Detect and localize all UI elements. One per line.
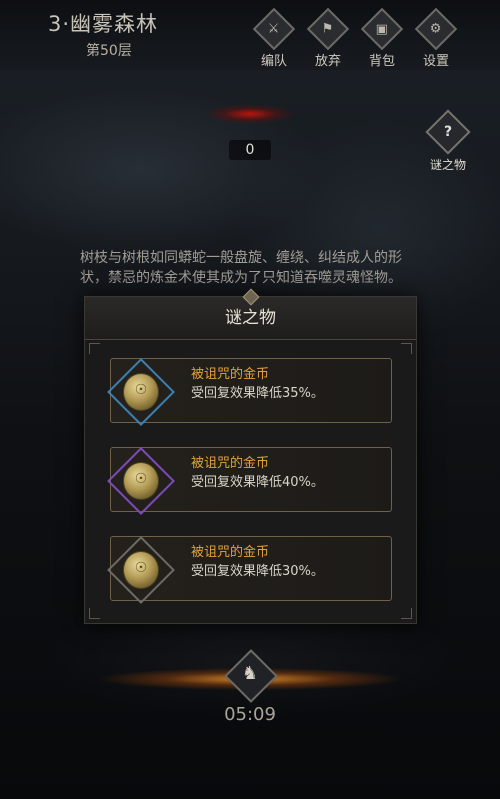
corner-ornament [89,608,100,619]
floor-label: 第50层 [86,43,132,59]
corner-ornament [89,343,100,354]
abandon-icon: ⚑ [306,7,350,51]
stage-title: 3·幽雾森林 [48,12,159,36]
backpack-button[interactable]: ▣ 背包 [360,7,404,69]
dialog-header: 谜之物 [85,288,416,340]
mystery-item[interactable]: ☉ 被诅咒的金币 受回复效果降低35%。 [107,358,392,426]
abandon-button[interactable]: ⚑ 放弃 [306,7,350,69]
item-name: 被诅咒的金币 [191,456,270,471]
settings-label: 设置 [422,54,449,69]
item-name: 被诅咒的金币 [191,545,270,560]
cursed-coin-icon: ☉ [123,373,159,411]
question-mark-icon: ? [425,109,471,155]
cursed-coin-icon: ☉ [123,551,159,589]
mystery-item[interactable]: ☉ 被诅咒的金币 受回复效果降低40%。 [107,447,392,515]
cursed-coin-icon: ☉ [123,462,159,500]
countdown-timer: 05:09 [224,704,276,725]
enemy-glow [205,104,295,124]
dialog-title: 谜之物 [225,308,276,328]
corner-ornament [401,343,412,354]
item-description: 受回复效果降低30%。 [191,564,324,579]
formation-label: 编队 [260,54,287,69]
item-name: 被诅咒的金币 [191,367,270,382]
horse-emblem-icon: ♞ [241,663,259,684]
backpack-icon: ▣ [360,7,404,51]
settings-button[interactable]: ⚙ 设置 [414,7,458,69]
player-emblem[interactable]: ♞ [224,649,278,703]
item-description: 受回复效果降低40%。 [191,475,324,490]
mystery-items-button[interactable]: ? 谜之物 [422,109,474,173]
counter: 0 [229,140,271,160]
item-description: 受回复效果降低35%。 [191,386,324,401]
corner-ornament [401,608,412,619]
backpack-label: 背包 [368,54,395,69]
formation-icon: ⚔ [252,7,296,51]
mystery-item[interactable]: ☉ 被诅咒的金币 受回复效果降低30%。 [107,536,392,604]
settings-icon: ⚙ [414,7,458,51]
story-text: 树枝与树根如同蟒蛇一般盘旋、缠绕、纠结成人的形状，禁忌的炼金术使其成为了只知道吞… [80,250,402,286]
abandon-label: 放弃 [314,54,341,69]
mystery-items-dialog: 谜之物 ☉ 被诅咒的金币 受回复效果降低35%。 ☉ 被诅咒的金币 受回复效果降… [84,288,417,624]
mystery-items-label: 谜之物 [429,158,466,172]
formation-button[interactable]: ⚔ 编队 [252,7,296,69]
